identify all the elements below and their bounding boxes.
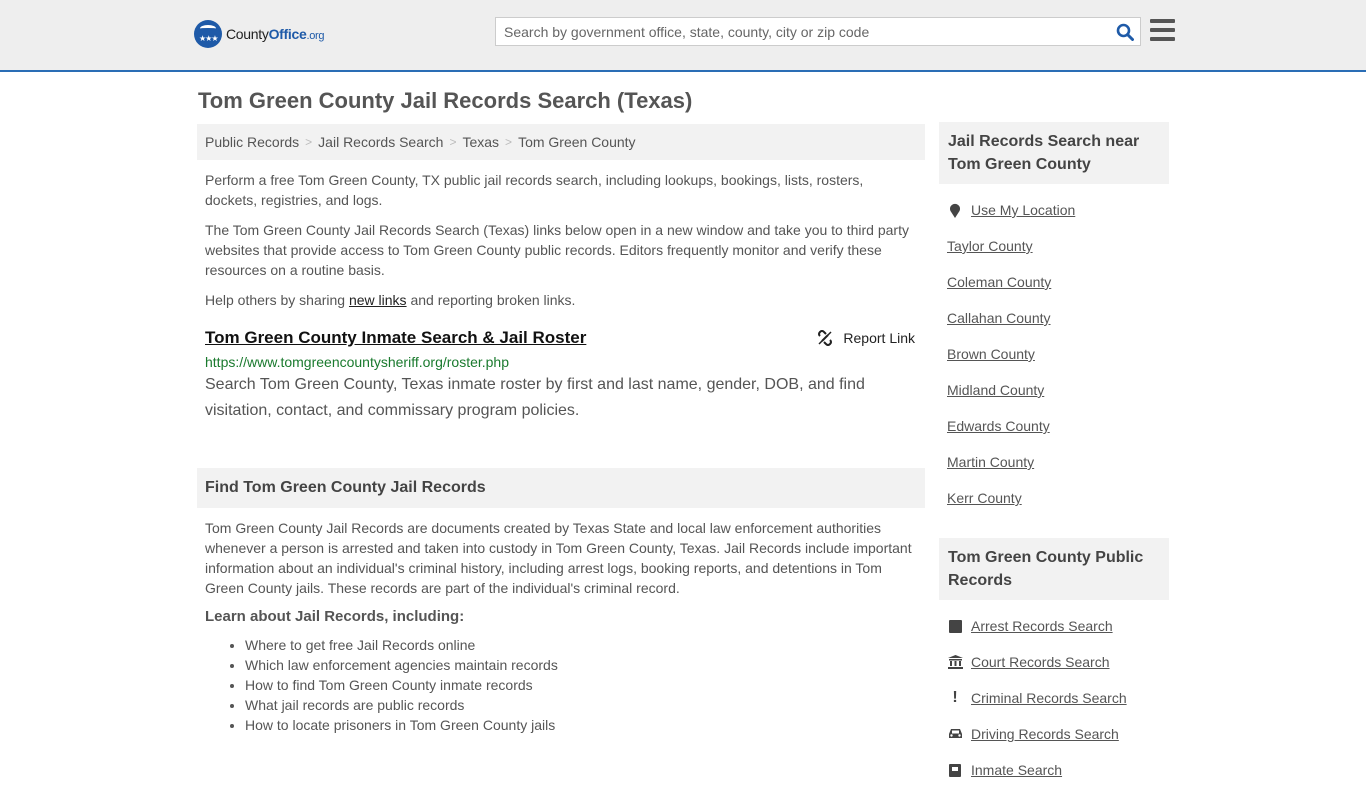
list-item: How to locate prisoners in Tom Green Cou…	[245, 715, 925, 735]
nearby-county-link[interactable]: Martin County	[947, 454, 1034, 470]
nearby-item: Taylor County	[947, 228, 1169, 264]
result-title-link[interactable]: Tom Green County Inmate Search & Jail Ro…	[205, 328, 586, 347]
public-records-list: Arrest Records Search Court Records Sear…	[939, 608, 1169, 788]
public-records-heading: Tom Green County Public Records	[939, 538, 1169, 600]
broken-link-icon	[818, 330, 833, 346]
nearby-county-link[interactable]: Edwards County	[947, 418, 1050, 434]
search-input[interactable]	[496, 23, 1110, 40]
list-item: Which law enforcement agencies maintain …	[245, 655, 925, 675]
search-icon	[1116, 23, 1134, 41]
page-title: Tom Green County Jail Records Search (Te…	[198, 88, 693, 113]
public-record-item: Court Records Search	[947, 644, 1169, 680]
breadcrumb-separator: >	[305, 135, 313, 149]
nearby-county-link[interactable]: Brown County	[947, 346, 1035, 362]
result-url: https://www.tomgreencountysheriff.org/ro…	[205, 354, 510, 370]
new-links-link[interactable]: new links	[349, 292, 407, 308]
search-bar	[495, 17, 1141, 46]
criminal-records-link[interactable]: Criminal Records Search	[971, 690, 1127, 706]
logo-eagle-icon: ★★★	[194, 20, 222, 48]
court-records-link[interactable]: Court Records Search	[971, 654, 1110, 670]
nearby-item: Callahan County	[947, 300, 1169, 336]
intro-paragraph: Perform a free Tom Green County, TX publ…	[205, 172, 864, 208]
nearby-list: Use My Location Taylor County Coleman Co…	[939, 192, 1169, 516]
nearby-county-link[interactable]: Kerr County	[947, 490, 1022, 506]
disclaimer-paragraph: The Tom Green County Jail Records Search…	[205, 222, 909, 278]
site-header: ★★★ CountyOffice.org	[0, 0, 1366, 72]
breadcrumb-current: Tom Green County	[518, 134, 636, 150]
nearby-item: Coleman County	[947, 264, 1169, 300]
map-pin-icon	[947, 203, 963, 218]
breadcrumb-separator: >	[505, 135, 513, 149]
result-listing: Tom Green County Inmate Search & Jail Ro…	[197, 328, 925, 424]
logo-brand: Office	[268, 26, 307, 42]
breadcrumb-texas[interactable]: Texas	[462, 134, 499, 150]
nearby-county-link[interactable]: Callahan County	[947, 310, 1051, 326]
find-section-heading: Find Tom Green County Jail Records	[197, 468, 925, 508]
logo-suffix: .org	[306, 30, 325, 42]
list-item: How to find Tom Green County inmate reco…	[245, 675, 925, 695]
inmate-search-link[interactable]: Inmate Search	[971, 762, 1062, 778]
nearby-county-link[interactable]: Taylor County	[947, 238, 1033, 254]
report-link-button[interactable]: Report Link	[817, 330, 915, 346]
hamburger-menu-icon[interactable]	[1150, 19, 1175, 46]
inmate-icon	[947, 763, 963, 777]
search-button[interactable]	[1110, 18, 1140, 45]
nearby-item: Martin County	[947, 444, 1169, 480]
driving-records-link[interactable]: Driving Records Search	[971, 726, 1119, 742]
breadcrumb: Public Records > Jail Records Search > T…	[197, 124, 925, 160]
courthouse-icon	[947, 655, 963, 669]
share-paragraph: Help others by sharing new links and rep…	[205, 292, 576, 308]
learn-heading: Learn about Jail Records, including:	[205, 608, 465, 625]
nearby-item: Brown County	[947, 336, 1169, 372]
sidebar: Jail Records Search near Tom Green Count…	[939, 122, 1169, 788]
list-item: What jail records are public records	[245, 695, 925, 715]
nearby-county-link[interactable]: Coleman County	[947, 274, 1051, 290]
breadcrumb-jail-records[interactable]: Jail Records Search	[318, 134, 443, 150]
arrest-records-link[interactable]: Arrest Records Search	[971, 618, 1113, 634]
site-logo[interactable]: ★★★ CountyOffice.org	[194, 20, 325, 48]
nearby-heading: Jail Records Search near Tom Green Count…	[939, 122, 1169, 184]
public-record-item: Arrest Records Search	[947, 608, 1169, 644]
main-content: Public Records > Jail Records Search > T…	[197, 124, 925, 735]
learn-list: Where to get free Jail Records online Wh…	[197, 635, 925, 735]
use-location-item: Use My Location	[947, 192, 1169, 228]
logo-prefix: County	[226, 26, 269, 42]
nearby-item: Kerr County	[947, 480, 1169, 516]
use-location-link[interactable]: Use My Location	[971, 202, 1075, 218]
nearby-item: Edwards County	[947, 408, 1169, 444]
car-icon	[947, 728, 963, 740]
public-record-item: Driving Records Search	[947, 716, 1169, 752]
breadcrumb-separator: >	[449, 135, 457, 149]
public-record-item: ! Criminal Records Search	[947, 680, 1169, 716]
nearby-county-link[interactable]: Midland County	[947, 382, 1044, 398]
public-record-item: Inmate Search	[947, 752, 1169, 788]
breadcrumb-public-records[interactable]: Public Records	[205, 134, 299, 150]
nearby-item: Midland County	[947, 372, 1169, 408]
list-item: Where to get free Jail Records online	[245, 635, 925, 655]
find-section-text: Tom Green County Jail Records are docume…	[205, 520, 912, 596]
exclamation-icon: !	[952, 689, 958, 706]
square-icon	[947, 619, 963, 633]
result-description: Search Tom Green County, Texas inmate ro…	[205, 376, 865, 419]
